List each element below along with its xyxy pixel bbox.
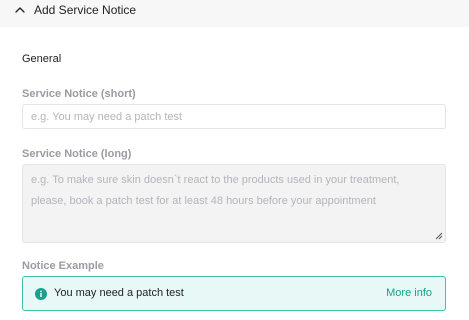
notice-example-text: You may need a patch test	[54, 287, 184, 299]
short-notice-label: Service Notice (short)	[22, 88, 136, 100]
resize-handle-icon[interactable]	[435, 232, 443, 240]
chevron-up-icon[interactable]	[14, 4, 26, 16]
notice-example-label: Notice Example	[22, 260, 104, 272]
service-notice-panel: Add Service Notice General Service Notic…	[0, 0, 469, 320]
info-icon	[35, 288, 47, 300]
section-title: General	[22, 53, 62, 65]
long-notice-textarea[interactable]	[22, 164, 446, 243]
notice-example-box: You may need a patch test More info	[22, 276, 446, 311]
short-notice-input[interactable]	[22, 104, 446, 129]
long-notice-wrapper	[22, 164, 446, 243]
more-info-link[interactable]: More info	[386, 287, 432, 299]
header-title: Add Service Notice	[34, 3, 137, 17]
long-notice-label: Service Notice (long)	[22, 148, 132, 160]
collapsible-header[interactable]: Add Service Notice	[0, 0, 469, 27]
